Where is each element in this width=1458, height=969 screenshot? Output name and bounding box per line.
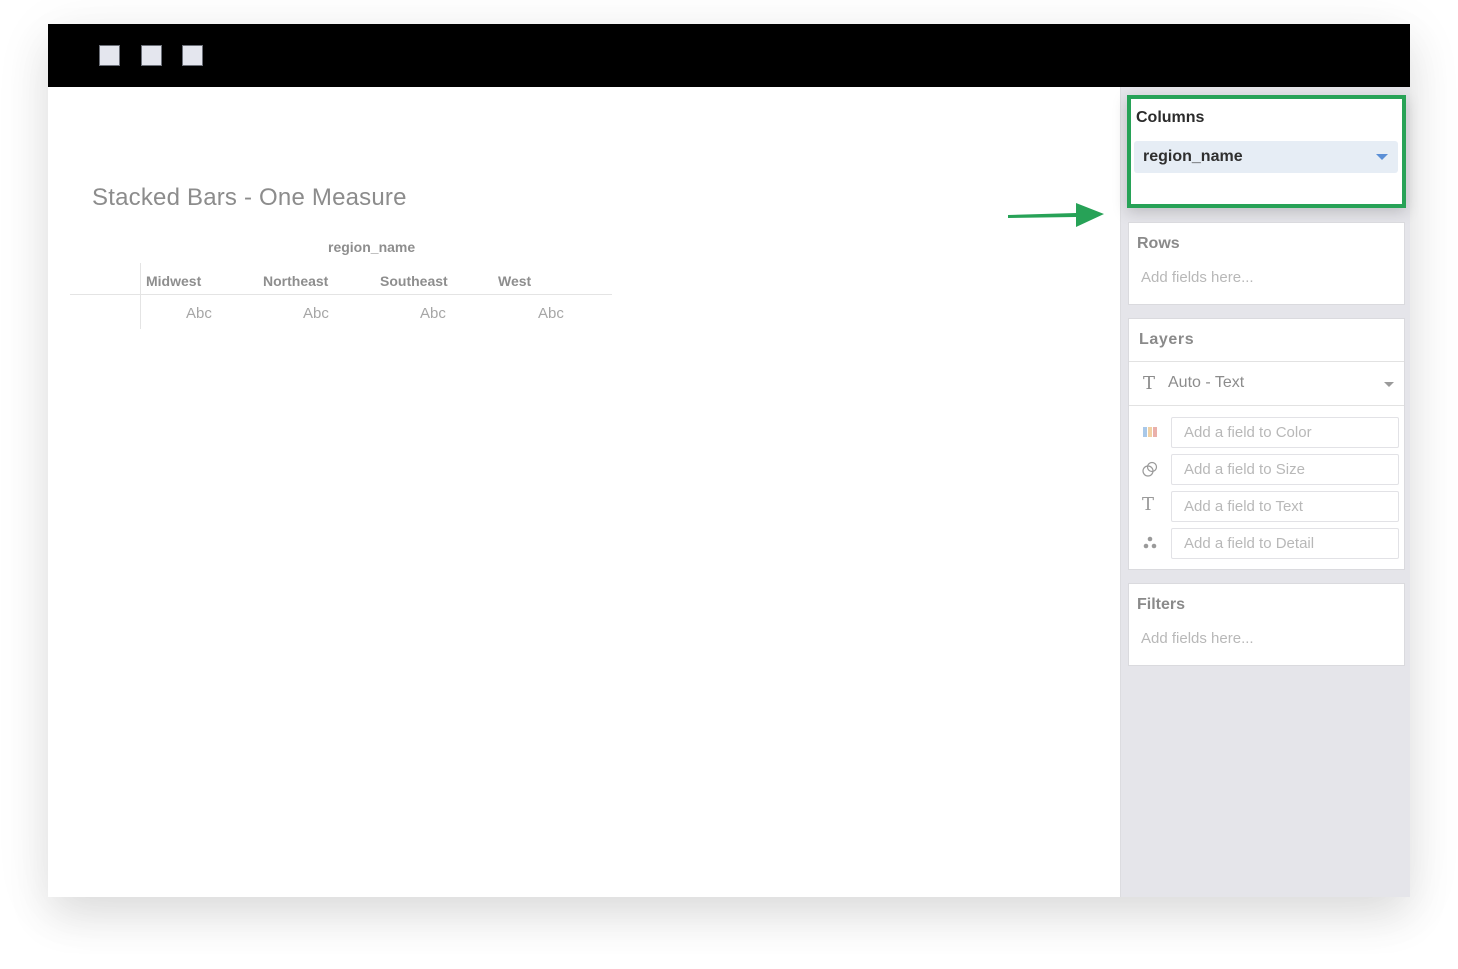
text-field-input[interactable]: Add a field to Text: [1171, 491, 1399, 522]
shelf-sidebar: Columns region_name Rows Add fields here…: [1120, 87, 1410, 897]
columns-title: Columns: [1136, 109, 1205, 126]
viz-title: Stacked Bars - One Measure: [92, 184, 407, 211]
column-header-midwest: Midwest: [146, 273, 202, 289]
filters-placeholder[interactable]: Add fields here...: [1141, 630, 1254, 647]
columns-shelf[interactable]: Columns region_name: [1127, 95, 1406, 208]
column-header-west: West: [498, 273, 532, 289]
color-field-input[interactable]: Add a field to Color: [1171, 417, 1399, 448]
detail-field-input[interactable]: Add a field to Detail: [1171, 528, 1399, 559]
chevron-down-icon[interactable]: [1376, 154, 1388, 160]
app-window: Stacked Bars - One Measure region_name M…: [48, 24, 1410, 897]
divider: [1129, 405, 1404, 406]
window-button-3[interactable]: [182, 45, 203, 66]
rows-title: Rows: [1137, 235, 1180, 252]
pill-label: region_name: [1143, 148, 1243, 165]
table-cell: Abc: [420, 305, 446, 322]
row-header-divider: [140, 263, 141, 329]
filters-title: Filters: [1137, 596, 1186, 613]
chevron-down-icon[interactable]: [1384, 382, 1394, 387]
detail-field-placeholder: Add a field to Detail: [1184, 535, 1315, 552]
mark-type-select[interactable]: T Auto - Text: [1129, 362, 1404, 405]
table-cell: Abc: [303, 305, 329, 322]
layers-panel: Layers T Auto - Text Add a field to Colo…: [1128, 318, 1405, 570]
viz-canvas: Stacked Bars - One Measure region_name M…: [48, 87, 1120, 897]
column-header-divider: [70, 294, 612, 295]
encoding-text: T Add a field to Text: [1129, 491, 1404, 523]
column-header-southeast: Southeast: [380, 273, 448, 289]
size-field-placeholder: Add a field to Size: [1184, 461, 1305, 478]
column-field-label: region_name: [328, 239, 416, 255]
table-cell: Abc: [186, 305, 212, 322]
size-field-input[interactable]: Add a field to Size: [1171, 454, 1399, 485]
encoding-color: Add a field to Color: [1129, 417, 1404, 449]
color-field-placeholder: Add a field to Color: [1184, 424, 1312, 441]
title-bar: [48, 24, 1410, 87]
size-icon: [1142, 461, 1158, 477]
annotation-arrow-icon: [1008, 203, 1104, 227]
layers-title: Layers: [1139, 331, 1195, 348]
encoding-detail: Add a field to Detail: [1129, 528, 1404, 560]
detail-icon: [1143, 536, 1157, 549]
mark-type-label: Auto - Text: [1168, 374, 1245, 391]
encoding-size: Add a field to Size: [1129, 454, 1404, 486]
rows-shelf[interactable]: Rows Add fields here...: [1128, 222, 1405, 305]
filters-shelf[interactable]: Filters Add fields here...: [1128, 583, 1405, 666]
text-field-placeholder: Add a field to Text: [1184, 498, 1303, 515]
rows-placeholder[interactable]: Add fields here...: [1141, 269, 1254, 286]
text-icon: T: [1142, 494, 1155, 515]
region-name-pill[interactable]: region_name: [1134, 141, 1398, 173]
column-header-northeast: Northeast: [263, 273, 329, 289]
window-button-1[interactable]: [99, 45, 120, 66]
color-icon: [1143, 427, 1157, 437]
window-button-2[interactable]: [141, 45, 162, 66]
text-icon: T: [1143, 373, 1156, 394]
table-cell: Abc: [538, 305, 564, 322]
